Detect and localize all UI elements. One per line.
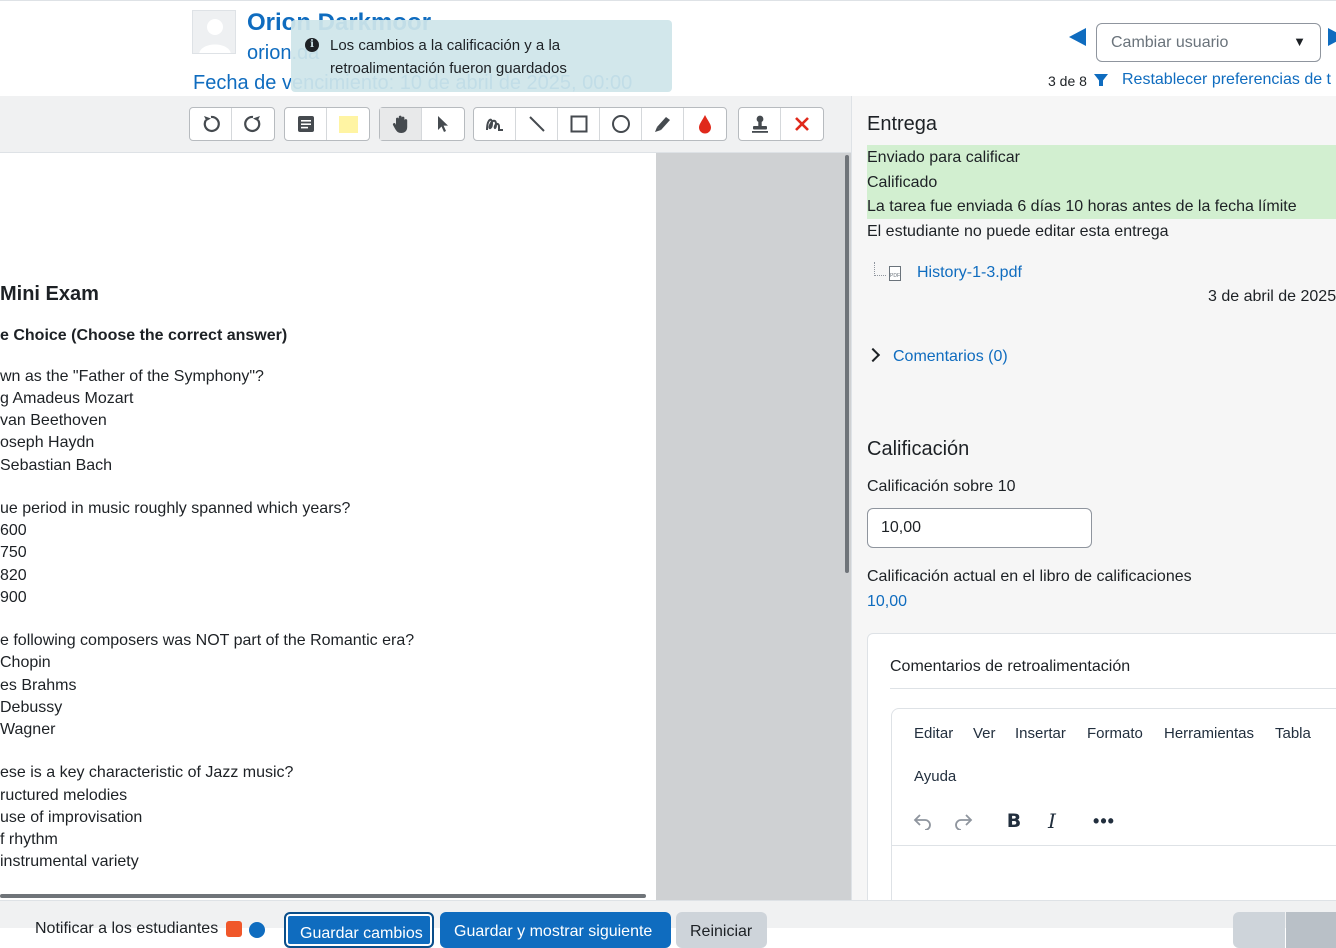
status-timing: La tarea fue enviada 6 días 10 horas ant…	[867, 194, 1336, 219]
document-line: Debussy	[0, 699, 63, 716]
divider	[890, 688, 1336, 689]
document-line: ue period in music roughly spanned which…	[0, 500, 351, 517]
document-section-heading: e Choice (Choose the correct answer)	[0, 327, 288, 344]
bold-button[interactable]: B	[1001, 808, 1027, 834]
save-and-next-button[interactable]: Guardar y mostrar siguiente	[440, 912, 671, 948]
grade-heading: Calificación	[867, 438, 970, 460]
pdf-file-icon: PDF	[889, 266, 901, 281]
grade-label: Calificación sobre 10	[867, 478, 1016, 495]
drawing-tools-group	[473, 107, 727, 141]
menu-view[interactable]: Ver	[973, 725, 996, 742]
italic-button[interactable]: I	[1039, 808, 1065, 834]
submitted-file-link[interactable]: History-1-3.pdf	[917, 264, 1022, 282]
document-line: van Beethoven	[0, 412, 107, 429]
document-line: instrumental variety	[0, 853, 139, 870]
help-icon[interactable]	[249, 922, 265, 938]
redo-icon[interactable]	[950, 808, 976, 834]
menu-tools[interactable]: Herramientas	[1164, 725, 1254, 742]
menu-edit[interactable]: Editar	[914, 725, 953, 742]
info-icon: i	[305, 38, 319, 52]
document-line: 750	[0, 544, 27, 561]
grade-input[interactable]	[867, 508, 1092, 548]
document-line: 600	[0, 522, 27, 539]
menu-help[interactable]: Ayuda	[914, 768, 956, 785]
oval-icon[interactable]	[600, 108, 642, 140]
submission-heading: Entrega	[867, 113, 938, 135]
document-line: 900	[0, 589, 27, 606]
change-user-select[interactable]: Cambiar usuario ▼	[1096, 23, 1321, 62]
user-avatar	[192, 10, 236, 54]
layout-default-button[interactable]	[1286, 912, 1336, 948]
document-line: use of improvisation	[0, 809, 143, 826]
status-editing: El estudiante no puede editar esta entre…	[867, 223, 1169, 240]
file-tree-connector	[874, 262, 886, 276]
dropdown-caret-icon: ▼	[1293, 34, 1306, 49]
pen-icon[interactable]	[474, 108, 516, 140]
more-options-button[interactable]: •••	[1091, 808, 1117, 834]
document-line: Sebastian Bach	[0, 457, 113, 474]
document-line: ese is a key characteristic of Jazz musi…	[0, 764, 294, 781]
comment-icon[interactable]	[285, 108, 327, 140]
pdf-vertical-scrollbar[interactable]	[845, 155, 849, 573]
reset-button[interactable]: Reiniciar	[676, 912, 767, 948]
undo-icon[interactable]	[910, 808, 936, 834]
menu-format[interactable]: Formato	[1087, 725, 1143, 742]
document-line: f rhythm	[0, 831, 58, 848]
document-line: Chopin	[0, 654, 51, 671]
next-user-arrow-icon[interactable]	[1328, 28, 1336, 46]
comments-link[interactable]: Comentarios (0)	[893, 348, 1008, 366]
user-count: 3 de 8	[1048, 73, 1087, 89]
menu-insert[interactable]: Insertar	[1015, 725, 1066, 742]
navigation-group	[379, 107, 465, 141]
status-submitted: Enviado para calificar	[867, 145, 1336, 170]
save-changes-button[interactable]: Guardar cambios	[284, 912, 434, 948]
document-line: 820	[0, 567, 27, 584]
current-grade-link[interactable]: 10,00	[867, 593, 907, 611]
reset-preferences-link[interactable]: Restablecer preferencias de t	[1122, 71, 1331, 89]
pan-hand-icon[interactable]	[380, 108, 422, 140]
menu-table[interactable]: Tabla	[1275, 725, 1311, 742]
comment-group	[284, 107, 370, 141]
change-user-placeholder: Cambiar usuario	[1111, 34, 1229, 51]
layout-collapse-grader-button[interactable]	[1233, 912, 1285, 948]
line-icon[interactable]	[516, 108, 558, 140]
feedback-title: Comentarios de retroalimentación	[890, 658, 1131, 675]
previous-user-arrow-icon[interactable]	[1069, 28, 1086, 46]
document-line: ructured melodies	[0, 787, 128, 804]
highlight-icon[interactable]	[642, 108, 684, 140]
rotate-left-icon[interactable]	[190, 108, 232, 140]
toast-message: Los cambios a la calificación y a la ret…	[330, 37, 567, 77]
document-line: es Brahms	[0, 677, 77, 694]
current-grade-label: Calificación actual en el libro de calif…	[867, 568, 1192, 585]
document-line: oseph Haydn	[0, 434, 95, 451]
document-title: Mini Exam	[0, 283, 99, 305]
document-line: e following composers was NOT part of th…	[0, 632, 415, 649]
notify-students-checkbox[interactable]	[226, 921, 242, 937]
filter-icon[interactable]	[1094, 74, 1108, 86]
delete-icon[interactable]	[781, 108, 823, 140]
document-line: g Amadeus Mozart	[0, 390, 134, 407]
status-graded: Calificado	[867, 170, 1336, 195]
notify-students-label: Notificar a los estudiantes	[35, 920, 219, 937]
comment-color-icon[interactable]	[327, 108, 369, 140]
pdf-horizontal-scrollbar[interactable]	[0, 894, 646, 898]
stamp-icon[interactable]	[739, 108, 781, 140]
rectangle-icon[interactable]	[558, 108, 600, 140]
select-arrow-icon[interactable]	[422, 108, 464, 140]
rotate-group	[189, 107, 275, 141]
annotation-color-icon[interactable]	[684, 108, 726, 140]
document-line: Wagner	[0, 721, 56, 738]
stamp-delete-group	[738, 107, 824, 141]
document-line: wn as the "Father of the Symphony"?	[0, 368, 264, 385]
rotate-right-icon[interactable]	[232, 108, 274, 140]
saved-toast: Los cambios a la calificación y a la ret…	[291, 20, 672, 92]
submission-date: 3 de abril de 2025	[1208, 288, 1336, 305]
